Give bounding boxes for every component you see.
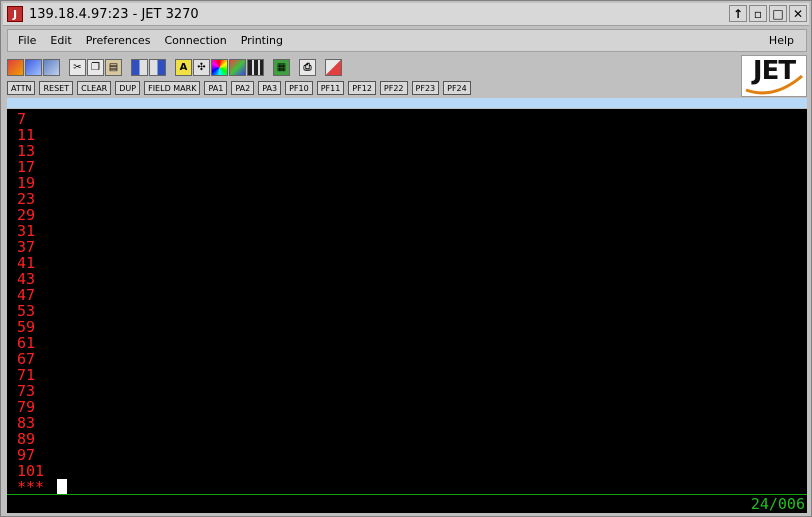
terminal-line: 13 [17,142,36,160]
terminal-screen[interactable]: 7 11 13 17 19 23 29 31 37 41 43 47 53 59… [7,109,807,513]
copy-icon[interactable]: ❐ [87,58,104,76]
terminal-line: 73 [17,382,36,400]
menu-printing[interactable]: Printing [241,34,283,47]
terminal-cursor[interactable] [57,479,67,495]
terminal-line: 97 [17,446,36,464]
jet-app-icon[interactable]: J [7,6,23,22]
status-divider [7,494,807,495]
menu-connection[interactable]: Connection [164,34,226,47]
function-key-bar: ATTN RESET CLEAR DUP FIELD MARK PA1 PA2 … [7,80,471,96]
terminal-line: 7 [17,110,27,128]
layout-icon[interactable] [247,58,264,76]
pf24-key[interactable]: PF24 [443,81,471,95]
palette-icon[interactable] [229,58,246,76]
pf22-key[interactable]: PF22 [379,81,408,95]
dup-key[interactable]: DUP [115,81,141,95]
pf23-key[interactable]: PF23 [411,81,440,95]
terminal-line: 59 [17,318,36,336]
terminal-line: 29 [17,206,36,224]
menu-preferences[interactable]: Preferences [86,34,151,47]
print-setup-icon[interactable] [325,58,342,76]
terminal-line: 47 [17,286,36,304]
terminal-line: 11 [17,126,36,144]
pa1-key[interactable]: PA1 [204,81,228,95]
menu-file[interactable]: File [18,34,36,47]
terminal-prompt: *** [17,478,45,496]
reset-key[interactable]: RESET [39,81,74,95]
cut-icon[interactable]: ✂ [69,58,86,76]
terminal-line: 23 [17,190,36,208]
pin-button[interactable]: ↑ [729,5,747,22]
terminal-line: 67 [17,350,36,368]
terminal-line: 83 [17,414,36,432]
menu-help[interactable]: Help [769,34,794,47]
window-title: 139.18.4.97:23 - JET 3270 [29,6,199,22]
pf12-key[interactable]: PF12 [348,81,376,95]
keypad-icon[interactable]: ✣ [193,58,210,76]
maximize-button[interactable]: □ [769,5,787,22]
color-icon[interactable] [211,58,228,76]
window-controls: ↑ ▫ □ ✕ [729,5,807,22]
logo-swoosh-icon [745,74,803,95]
pa3-key[interactable]: PA3 [258,81,282,95]
terminal-line: 41 [17,254,36,272]
terminal-line: 61 [17,334,36,352]
menu-bar: File Edit Preferences Connection Printin… [7,29,807,52]
grid-a-icon[interactable] [131,58,148,76]
field-mark-key[interactable]: FIELD MARK [144,81,201,95]
pf10-key[interactable]: PF10 [285,81,313,95]
terminal-line: 71 [17,366,36,384]
terminal-line: 37 [17,238,36,256]
info-strip [7,98,807,108]
terminal-line: 17 [17,158,36,176]
terminal-line: 43 [17,270,36,288]
cursor-position-indicator: 24/006 [750,495,805,513]
clear-key[interactable]: CLEAR [77,81,112,95]
print-icon[interactable]: ⎙ [299,58,316,76]
font-icon[interactable]: A [175,58,192,76]
grid-b-icon[interactable] [149,58,166,76]
terminal-line: 101 [17,462,45,480]
title-bar[interactable]: J 139.18.4.97:23 - JET 3270 ↑ ▫ □ ✕ [3,3,809,26]
terminal-line: 79 [17,398,36,416]
pa2-key[interactable]: PA2 [231,81,255,95]
macro-icon[interactable]: ▦ [273,58,290,76]
copy-screen-icon[interactable] [25,58,42,76]
paste-icon[interactable]: ▤ [105,58,122,76]
terminal-line: 53 [17,302,36,320]
attn-key[interactable]: ATTN [7,81,36,95]
terminal-line: 31 [17,222,36,240]
jet-logo: JET [741,55,807,97]
app-window: J 139.18.4.97:23 - JET 3270 ↑ ▫ □ ✕ File… [0,0,812,517]
close-button[interactable]: ✕ [789,5,807,22]
terminal-line: 19 [17,174,36,192]
toolbar: ✂ ❐ ▤ A ✣ ▦ ⎙ [7,56,737,78]
menu-edit[interactable]: Edit [50,34,71,47]
session-icon[interactable] [7,58,24,76]
terminal-line: 89 [17,430,36,448]
pf11-key[interactable]: PF11 [316,81,345,95]
minimize-button[interactable]: ▫ [749,5,767,22]
paste-screen-icon[interactable] [43,58,60,76]
